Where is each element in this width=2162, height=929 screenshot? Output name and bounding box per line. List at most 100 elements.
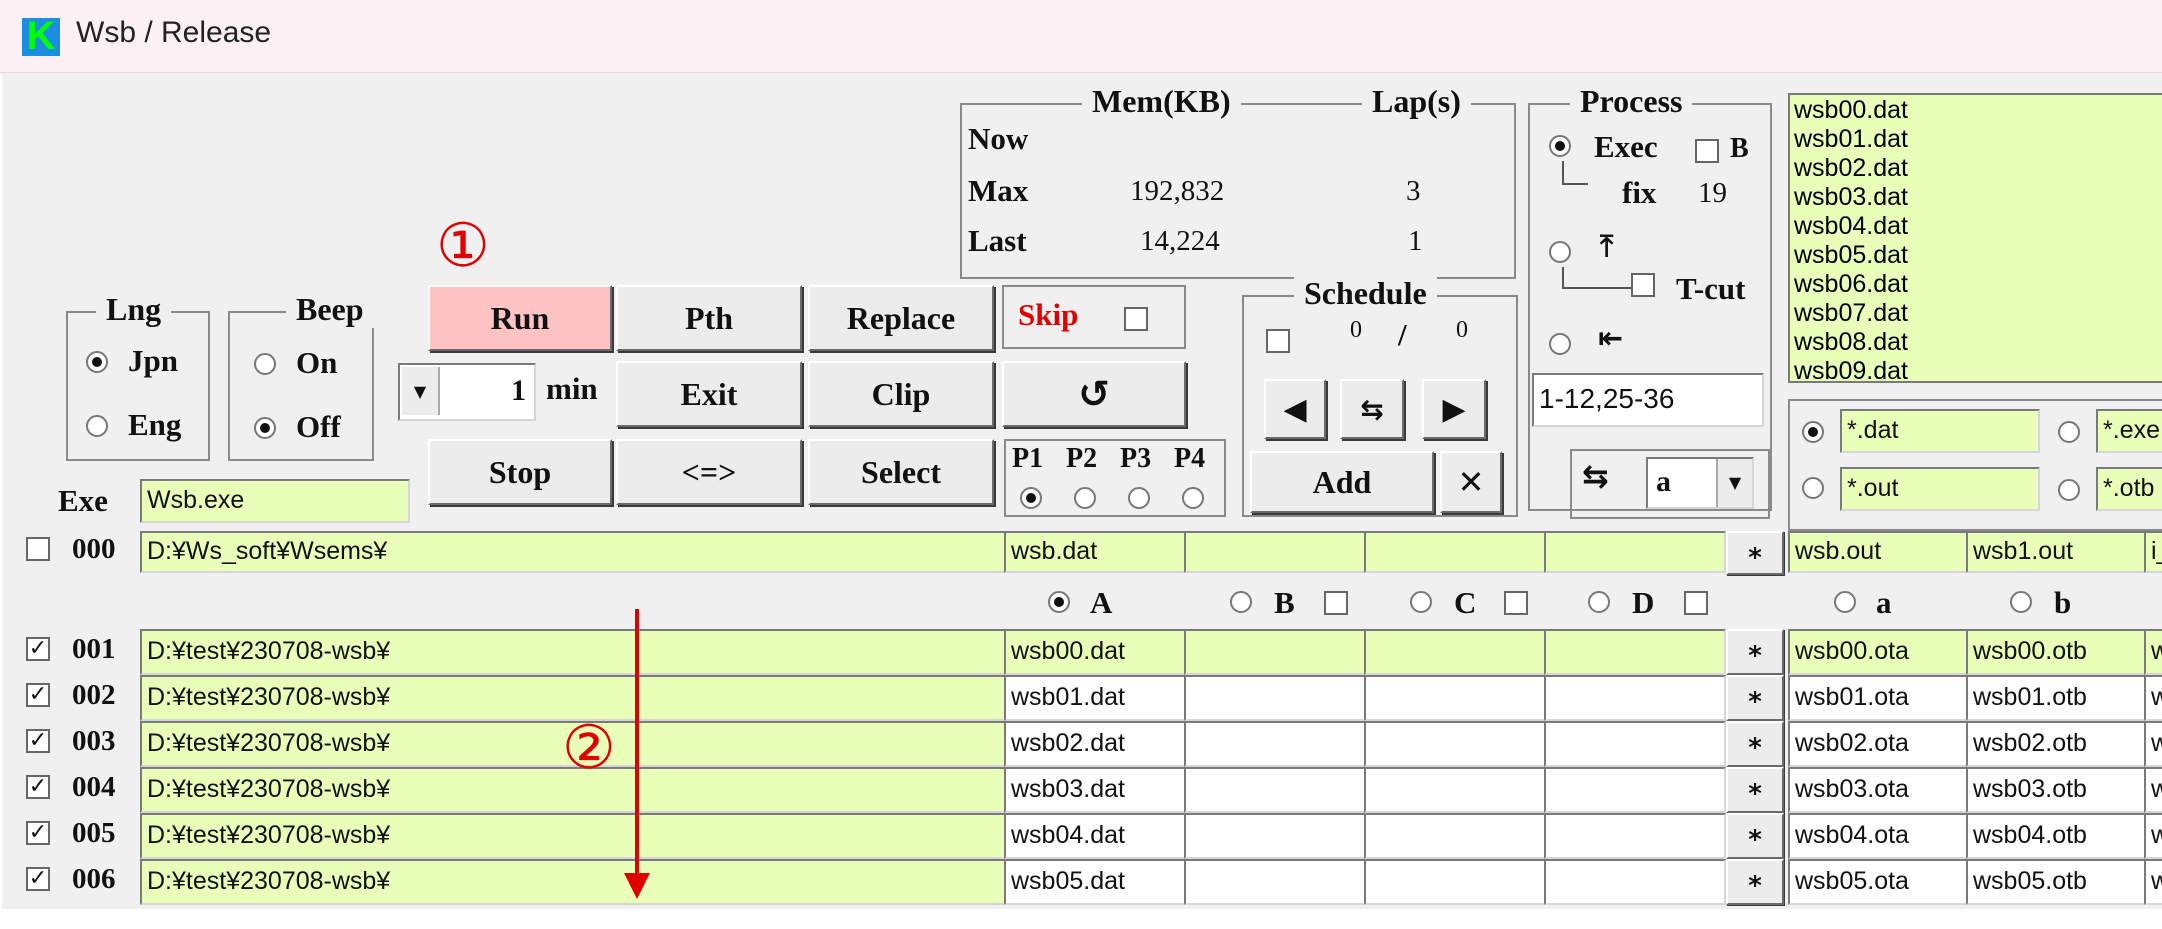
dropdown-arrow-icon[interactable]: ▼ xyxy=(1716,459,1752,507)
row-more[interactable]: w xyxy=(2144,767,2162,813)
row-000-path[interactable]: D:¥Ws_soft¥Wsems¥ xyxy=(140,531,1006,573)
exe-input[interactable]: Wsb.exe xyxy=(140,479,410,523)
filter-exe-radio[interactable] xyxy=(2058,421,2080,443)
top-radio[interactable] xyxy=(1549,241,1571,263)
list-item[interactable]: wsb04.dat xyxy=(1794,212,2162,241)
col-la-radio[interactable] xyxy=(1834,591,1856,613)
row-000-star-button[interactable]: * xyxy=(1726,531,1784,575)
row-c[interactable] xyxy=(1364,629,1546,675)
row-otb[interactable]: wsb05.otb xyxy=(1966,859,2146,905)
row-000-out-c[interactable]: i_ xyxy=(2144,531,2162,573)
lng-jpn-radio[interactable] xyxy=(86,351,108,373)
refresh-button[interactable]: ↺ xyxy=(1002,361,1186,427)
row-000-b[interactable] xyxy=(1184,531,1366,573)
exit-button[interactable]: Exit xyxy=(616,361,802,427)
row-star-button[interactable]: * xyxy=(1726,813,1784,859)
row-file[interactable]: wsb05.dat xyxy=(1004,859,1186,905)
row-checkbox[interactable]: ✓ xyxy=(26,867,50,891)
replace-button[interactable]: Replace xyxy=(808,285,994,351)
beep-on-radio[interactable] xyxy=(254,353,276,375)
mode-select[interactable]: a ▼ xyxy=(1646,457,1754,509)
filter-dat-radio[interactable] xyxy=(1802,421,1824,443)
row-000-file[interactable]: wsb.dat xyxy=(1004,531,1186,573)
list-item[interactable]: wsb06.dat xyxy=(1794,270,2162,299)
row-path[interactable]: D:¥test¥230708-wsb¥ xyxy=(140,629,1006,675)
b-checkbox[interactable] xyxy=(1695,139,1719,163)
row-file[interactable]: wsb03.dat xyxy=(1004,767,1186,813)
close-button[interactable]: ✕ xyxy=(1440,451,1502,513)
row-checkbox[interactable]: ✓ xyxy=(26,775,50,799)
filter-dat-input[interactable]: *.dat xyxy=(1840,409,2040,453)
add-button[interactable]: Add xyxy=(1250,451,1434,513)
list-item[interactable]: wsb07.dat xyxy=(1794,299,2162,328)
row-star-button[interactable]: * xyxy=(1726,675,1784,721)
row-b[interactable] xyxy=(1184,721,1366,767)
pth-button[interactable]: Pth xyxy=(616,285,802,351)
row-b[interactable] xyxy=(1184,767,1366,813)
row-d[interactable] xyxy=(1544,675,1726,721)
row-star-button[interactable]: * xyxy=(1726,721,1784,767)
start-radio[interactable] xyxy=(1549,333,1571,355)
col-b-checkbox[interactable] xyxy=(1324,591,1348,615)
row-checkbox[interactable]: ✓ xyxy=(26,637,50,661)
col-b-radio[interactable] xyxy=(1230,591,1252,613)
row-file[interactable]: wsb01.dat xyxy=(1004,675,1186,721)
row-b[interactable] xyxy=(1184,675,1366,721)
row-otb[interactable]: wsb00.otb xyxy=(1966,629,2146,675)
row-more[interactable]: w xyxy=(2144,675,2162,721)
run-button[interactable]: Run xyxy=(428,285,612,351)
row-otb[interactable]: wsb02.otb xyxy=(1966,721,2146,767)
clip-button[interactable]: Clip xyxy=(808,361,994,427)
col-d-radio[interactable] xyxy=(1588,591,1610,613)
row-more[interactable]: w xyxy=(2144,859,2162,905)
filter-otb-input[interactable]: *.otb xyxy=(2096,467,2162,511)
filter-exe-input[interactable]: *.exe xyxy=(2096,409,2162,453)
row-ota[interactable]: wsb02.ota xyxy=(1788,721,1968,767)
row-000-out-a[interactable]: wsb.out xyxy=(1788,531,1968,573)
range-input[interactable]: 1-12,25-36 xyxy=(1532,373,1764,427)
row-c[interactable] xyxy=(1364,767,1546,813)
row-d[interactable] xyxy=(1544,859,1726,905)
list-item[interactable]: wsb00.dat xyxy=(1794,96,2162,125)
row-ota[interactable]: wsb04.ota xyxy=(1788,813,1968,859)
row-star-button[interactable]: * xyxy=(1726,859,1784,905)
row-c[interactable] xyxy=(1364,675,1546,721)
p1-radio[interactable] xyxy=(1020,487,1042,509)
row-file[interactable]: wsb04.dat xyxy=(1004,813,1186,859)
row-c[interactable] xyxy=(1364,813,1546,859)
row-star-button[interactable]: * xyxy=(1726,629,1784,675)
row-b[interactable] xyxy=(1184,859,1366,905)
filter-out-input[interactable]: *.out xyxy=(1840,467,2040,511)
list-item[interactable]: wsb02.dat xyxy=(1794,154,2162,183)
row-d[interactable] xyxy=(1544,721,1726,767)
row-otb[interactable]: wsb03.otb xyxy=(1966,767,2146,813)
row-otb[interactable]: wsb04.otb xyxy=(1966,813,2146,859)
row-otb[interactable]: wsb01.otb xyxy=(1966,675,2146,721)
row-d[interactable] xyxy=(1544,629,1726,675)
row-000-checkbox[interactable] xyxy=(26,537,50,561)
dropdown-arrow-icon[interactable]: ▼ xyxy=(402,367,440,415)
row-d[interactable] xyxy=(1544,767,1726,813)
next-button[interactable]: ▶ xyxy=(1422,379,1486,439)
min-stepper[interactable]: ▼ 1 xyxy=(398,363,536,421)
row-d[interactable] xyxy=(1544,813,1726,859)
filter-out-radio[interactable] xyxy=(1802,477,1824,499)
p2-radio[interactable] xyxy=(1074,487,1096,509)
row-000-c[interactable] xyxy=(1364,531,1546,573)
p3-radio[interactable] xyxy=(1128,487,1150,509)
schedule-checkbox[interactable] xyxy=(1266,329,1290,353)
step-button[interactable]: ⇆ xyxy=(1340,379,1404,439)
row-ota[interactable]: wsb01.ota xyxy=(1788,675,1968,721)
row-ota[interactable]: wsb03.ota xyxy=(1788,767,1968,813)
row-file[interactable]: wsb00.dat xyxy=(1004,629,1186,675)
col-lb-radio[interactable] xyxy=(2010,591,2032,613)
row-ota[interactable]: wsb00.ota xyxy=(1788,629,1968,675)
list-item[interactable]: wsb08.dat xyxy=(1794,328,2162,357)
row-more[interactable]: w xyxy=(2144,721,2162,767)
beep-off-radio[interactable] xyxy=(254,417,276,439)
skip-checkbox[interactable] xyxy=(1124,307,1148,331)
row-more[interactable]: w xyxy=(2144,813,2162,859)
list-item[interactable]: wsb09.dat xyxy=(1794,357,2162,381)
col-c-checkbox[interactable] xyxy=(1504,591,1528,615)
col-c-radio[interactable] xyxy=(1410,591,1432,613)
